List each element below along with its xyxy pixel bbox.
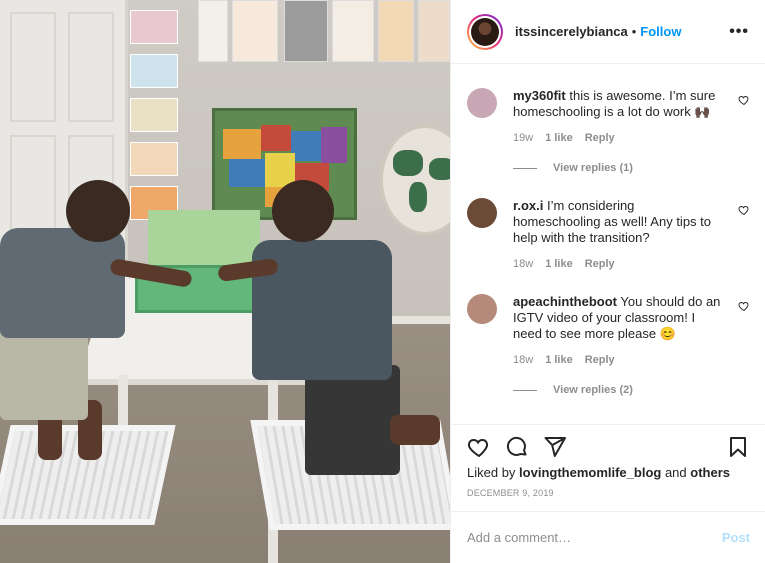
liked-by-summary: Liked by lovingthemomlife_blog and other… [467,465,750,480]
reply-button[interactable]: Reply [585,132,615,144]
view-replies-button[interactable]: View replies (2) [513,384,724,396]
header-separator: • [631,24,637,39]
comment-age[interactable]: 18w [513,354,533,366]
post-photo[interactable] [0,0,450,563]
author-username[interactable]: itssincerelybianca [515,24,628,39]
share-icon[interactable] [543,435,567,459]
post-sidebar: itssincerelybianca • Follow ••• my360fit… [450,0,765,563]
comment-avatar[interactable] [467,88,497,118]
comment-username[interactable]: r.ox.i [513,198,543,213]
comment-avatar[interactable] [467,294,497,324]
comment-avatar[interactable] [467,198,497,228]
heart-icon[interactable] [467,435,491,459]
reply-button[interactable]: Reply [585,258,615,270]
comment-meta: 19w 1 like Reply [513,132,724,144]
post-date[interactable]: DECEMBER 9, 2019 [467,488,750,498]
photo-game-lid [148,210,260,270]
follow-button[interactable]: Follow [640,24,681,39]
comment-heart-icon[interactable] [738,204,750,216]
view-replies-button[interactable]: View replies (1) [513,162,724,174]
comment-username[interactable]: apeachintheboot [513,294,617,309]
comment-age[interactable]: 18w [513,258,533,270]
comment-input[interactable] [467,530,722,545]
post-header: itssincerelybianca • Follow ••• [451,0,765,64]
comment-item: r.ox.i I’m considering homeschooling as … [467,198,750,270]
comment-meta: 18w 1 like Reply [513,258,724,270]
view-replies-label: View replies (2) [553,384,633,396]
comment-item: apeachintheboot You should do an IGTV vi… [467,294,750,396]
action-icon-row [467,425,750,469]
liked-by-middle: and [661,465,691,480]
comment-icon[interactable] [505,435,529,459]
bookmark-icon[interactable] [726,435,750,459]
post-actions: Liked by lovingthemomlife_blog and other… [451,424,765,511]
comment-age[interactable]: 19w [513,132,533,144]
comment-heart-icon[interactable] [738,300,750,312]
comment-heart-icon[interactable] [738,94,750,106]
comment-username[interactable]: my360fit [513,88,566,103]
comment-body: apeachintheboot You should do an IGTV vi… [513,294,724,342]
view-replies-label: View replies (1) [553,162,633,174]
comment-likes[interactable]: 1 like [545,132,573,144]
comments-list[interactable]: my360fit this is awesome. I’m sure homes… [451,64,765,424]
more-options-icon[interactable]: ••• [729,23,749,41]
comment-body: my360fit this is awesome. I’m sure homes… [513,88,724,120]
post-comment-button[interactable]: Post [722,530,750,545]
comment-item: my360fit this is awesome. I’m sure homes… [467,88,750,174]
photo-hanging-cards [130,10,178,230]
comment-body: r.ox.i I’m considering homeschooling as … [513,198,724,246]
liked-by-prefix: Liked by [467,465,520,480]
comment-meta: 18w 1 like Reply [513,354,724,366]
author-avatar[interactable] [467,13,503,50]
comment-likes[interactable]: 1 like [545,258,573,270]
add-comment-bar: Post [451,511,765,563]
reply-button[interactable]: Reply [585,354,615,366]
comment-likes[interactable]: 1 like [545,354,573,366]
liked-by-others[interactable]: others [690,465,730,480]
liked-by-user[interactable]: lovingthemomlife_blog [519,465,661,480]
comment-text: I’m considering homeschooling as well! A… [513,198,711,245]
